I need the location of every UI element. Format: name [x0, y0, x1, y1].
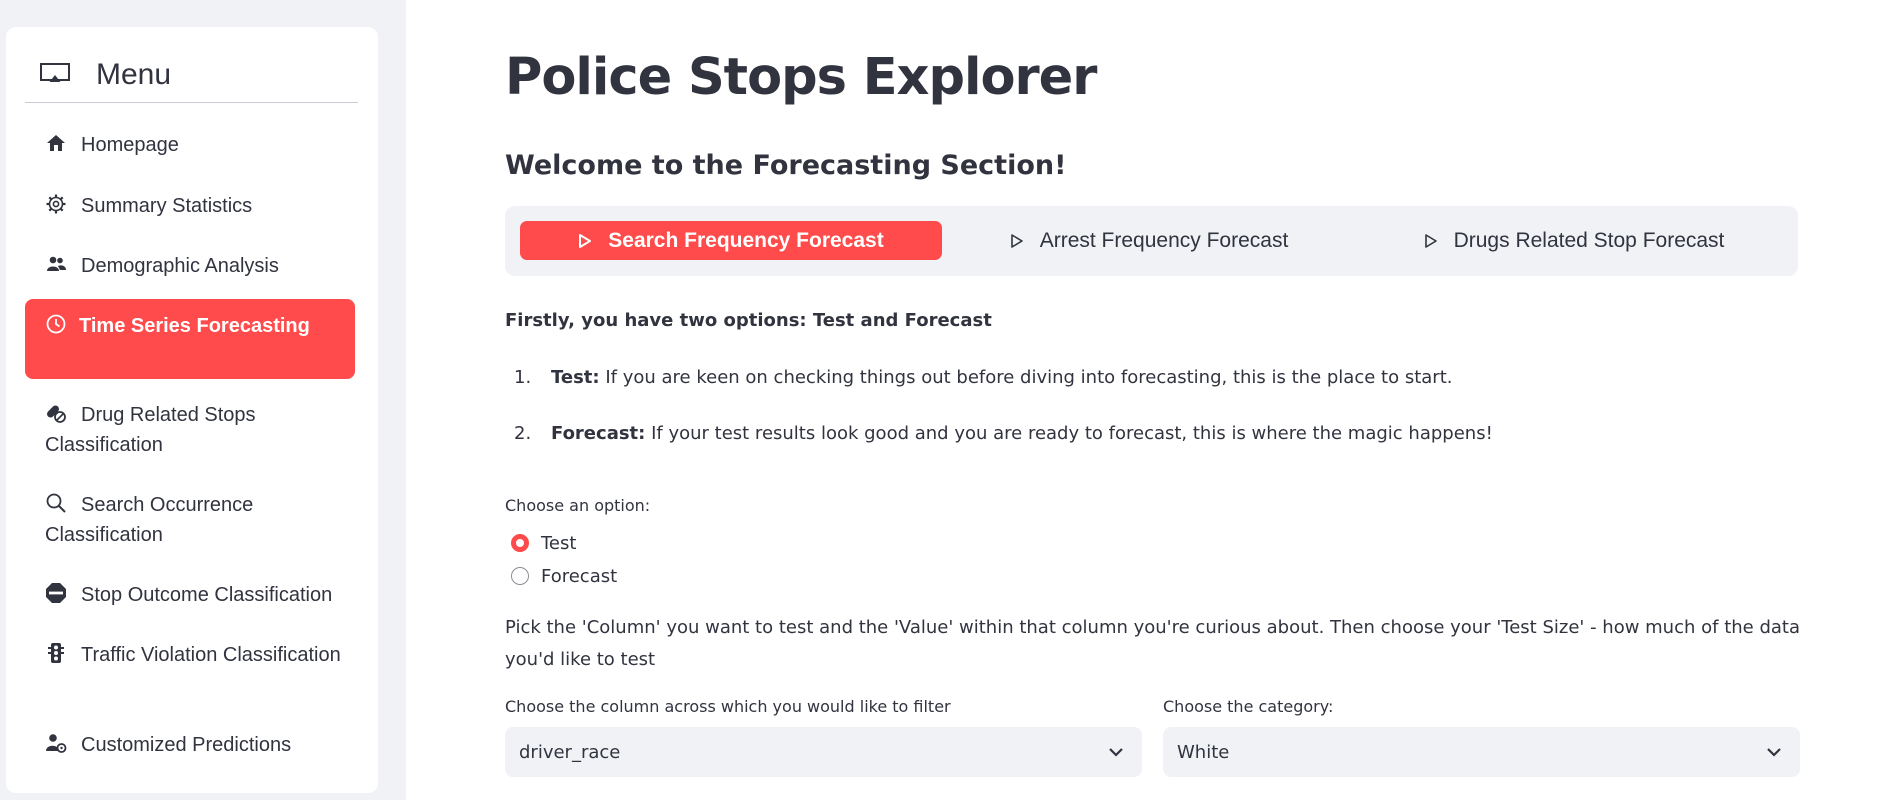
play-icon [1010, 233, 1023, 248]
person-gear-icon [46, 734, 67, 753]
radio-option-test[interactable]: Test [511, 532, 576, 554]
capsule-icon [47, 405, 66, 423]
stop-sign-icon [46, 583, 66, 603]
sidebar-item-drug-related-stops-classification[interactable]: Drug Related Stops Classification [25, 400, 355, 460]
tab-arrest-frequency-forecast[interactable]: Arrest Frequency Forecast [999, 221, 1299, 260]
people-icon [47, 256, 66, 271]
clock-icon [46, 314, 66, 334]
column-select-value: driver_race [519, 741, 621, 763]
sidebar-item-label: Drug Related Stops Classification [45, 404, 256, 456]
section-subtitle: Welcome to the Forecasting Section! [505, 150, 1067, 181]
menu-title: Menu [96, 58, 172, 91]
radio-option-label: Test [541, 532, 577, 554]
play-icon [579, 233, 592, 248]
list-item: 2. Forecast: If your test results look go… [514, 423, 1493, 444]
search-icon [46, 493, 66, 513]
radio-unselected-icon [511, 567, 529, 585]
chevron-down-icon [1109, 748, 1123, 757]
sidebar-item-search-occurrence-classification[interactable]: Search Occurrence Classification [25, 490, 355, 550]
sidebar-item-traffic-violation-classification[interactable]: Traffic Violation Classification [25, 640, 355, 670]
sidebar-item-customized-predictions[interactable]: Customized Predictions [25, 730, 355, 760]
page-title: Police Stops Explorer [505, 48, 1097, 107]
category-select-label: Choose the category: [1163, 697, 1334, 716]
sidebar-item-label: Traffic Violation Classification [81, 644, 341, 666]
list-text: If you are keen on checking things out b… [599, 367, 1453, 388]
sidebar-item-homepage[interactable]: Homepage [25, 130, 355, 160]
sidebar-item-label: Demographic Analysis [81, 255, 279, 277]
sidebar-item-demographic-analysis[interactable]: Demographic Analysis [25, 251, 355, 281]
traffic-light-icon [48, 643, 64, 663]
radio-option-forecast[interactable]: Forecast [511, 565, 617, 587]
sidebar-item-label: Time Series Forecasting [79, 315, 310, 337]
sidebar-item-summary-statistics[interactable]: Summary Statistics [25, 191, 355, 221]
tab-drugs-related-stop-forecast[interactable]: Drugs Related Stop Forecast [1409, 221, 1739, 260]
tab-search-frequency-forecast[interactable]: Search Frequency Forecast [520, 221, 942, 260]
tab-label: Arrest Frequency Forecast [1039, 228, 1289, 252]
radio-selected-icon [511, 534, 529, 552]
option-radio-label: Choose an option: [505, 496, 651, 515]
sidebar-item-label: Stop Outcome Classification [81, 584, 333, 606]
sidebar-item-label: Summary Statistics [81, 195, 253, 217]
main-content: Police Stops Explorer Welcome to the For… [406, 0, 1887, 800]
gear-icon [46, 194, 66, 214]
sidebar-item-label: Customized Predictions [81, 734, 292, 756]
forecast-tab-bar: Search Frequency Forecast Arrest Frequen… [505, 206, 1798, 276]
category-select-value: White [1177, 741, 1230, 763]
list-text: If your test results look good and you a… [645, 423, 1493, 444]
cast-icon [39, 63, 71, 84]
play-icon [1424, 233, 1437, 248]
menu-header: Menu [25, 48, 358, 103]
list-term: Forecast: [551, 423, 646, 444]
category-select[interactable]: White [1163, 727, 1800, 777]
tab-label: Search Frequency Forecast [608, 228, 884, 252]
list-number: 2. [514, 423, 532, 444]
list-item: 1. Test: If you are keen on checking thin… [514, 367, 1452, 388]
column-select[interactable]: driver_race [505, 727, 1142, 777]
intro-text: Firstly, you have two options: Test and … [505, 310, 992, 331]
house-icon [47, 135, 65, 151]
list-number: 1. [514, 367, 532, 388]
sidebar-item-label: Search Occurrence Classification [45, 494, 254, 546]
tab-label: Drugs Related Stop Forecast [1453, 228, 1725, 252]
radio-option-label: Forecast [541, 565, 618, 587]
instructions-text: Pick the 'Column' you want to test and t… [505, 617, 1800, 670]
column-select-label: Choose the column across which you would… [505, 697, 951, 716]
sidebar-item-label: Homepage [81, 134, 179, 156]
sidebar-item-time-series-forecasting[interactable]: Time Series Forecasting [25, 299, 355, 379]
list-term: Test: [551, 367, 600, 388]
chevron-down-icon [1767, 748, 1781, 757]
sidebar-item-stop-outcome-classification[interactable]: Stop Outcome Classification [25, 580, 355, 610]
